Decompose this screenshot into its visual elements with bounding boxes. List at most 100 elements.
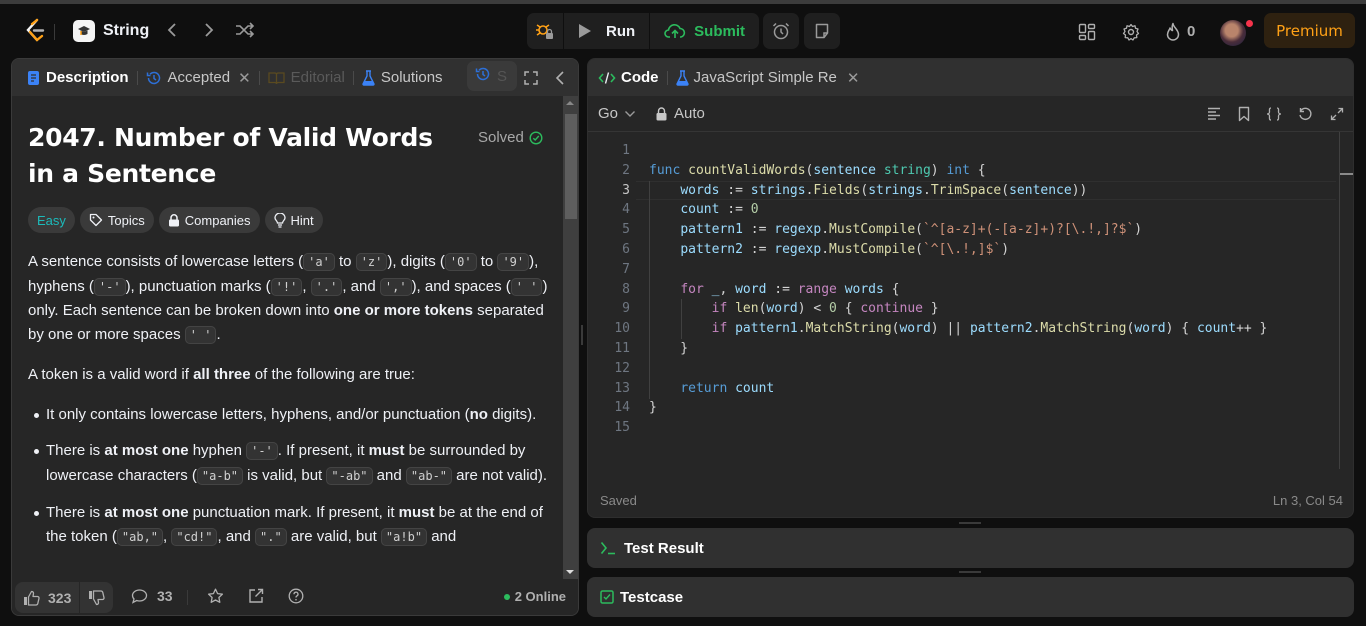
tab-description-label: Description: [46, 69, 129, 86]
tab-code[interactable]: Code: [598, 59, 659, 96]
hint-button[interactable]: Hint: [264, 207, 323, 233]
reset-icon[interactable]: [1296, 105, 1314, 123]
description-scrollbar[interactable]: [563, 96, 578, 579]
problem-title[interactable]: 2047. Number of Valid Words in a Sentenc…: [28, 120, 458, 192]
scroll-down-arrow[interactable]: [566, 570, 574, 574]
code-line[interactable]: 11 }: [588, 339, 1340, 359]
line-number: 5: [622, 222, 630, 238]
avatar[interactable]: [1220, 20, 1246, 46]
close-icon[interactable]: ✕: [238, 69, 251, 87]
resize-handle[interactable]: [959, 571, 981, 573]
panel-resize-handle[interactable]: [581, 325, 583, 345]
code-text: count := 0: [680, 202, 759, 218]
tab-editorial-label: Editorial: [290, 69, 345, 86]
notes-button[interactable]: [804, 13, 840, 49]
nav-divider: [54, 24, 55, 40]
code-line[interactable]: 1: [588, 141, 1340, 161]
code-line[interactable]: 6 pattern2 := regexp.MustCompile(`^[\.!,…: [588, 240, 1340, 260]
external-link-icon: [249, 588, 264, 603]
code-line[interactable]: 10 if pattern1.MatchString(word) || patt…: [588, 319, 1340, 339]
code-line[interactable]: 3 words := strings.Fields(strings.TrimSp…: [588, 181, 1340, 201]
tab-solution-js[interactable]: JavaScript Simple Re ✕: [675, 59, 860, 96]
tab-divider: [352, 70, 354, 85]
scrollbar-thumb[interactable]: [565, 114, 577, 219]
premium-button[interactable]: Premium: [1264, 13, 1355, 48]
timer-button[interactable]: [763, 13, 799, 49]
code-line[interactable]: 5 pattern1 := regexp.MustCompile(`^[a-z]…: [588, 220, 1340, 240]
expand-icon[interactable]: [1328, 105, 1346, 123]
close-icon[interactable]: ✕: [847, 69, 860, 87]
study-plan-icon[interactable]: [73, 20, 95, 42]
tab-editorial[interactable]: Editorial: [262, 59, 351, 96]
code-line[interactable]: 7: [588, 260, 1340, 280]
flame-icon[interactable]: [1162, 21, 1184, 43]
code-tab-bar: Code JavaScript Simple Re ✕: [588, 59, 1353, 96]
submit-button[interactable]: Submit: [650, 13, 759, 49]
companies-label: Companies: [184, 212, 251, 228]
list-item: It only contains lowercase letters, hyph…: [34, 403, 548, 427]
debug-button[interactable]: [527, 13, 564, 49]
code-line[interactable]: 12: [588, 359, 1340, 379]
study-plan-title[interactable]: String: [103, 22, 149, 40]
line-number: 9: [622, 301, 630, 317]
code-line[interactable]: 14}: [588, 398, 1340, 418]
test-result-panel[interactable]: Test Result: [587, 528, 1354, 568]
code-editor[interactable]: 1 2 func countValidWords(sentence string) …: [588, 141, 1340, 441]
play-icon: [579, 24, 591, 38]
problem-tags: Easy Topics Companies Hint: [28, 207, 323, 233]
scroll-up-arrow[interactable]: [566, 101, 574, 105]
bookmark-icon[interactable]: [1235, 105, 1253, 123]
feedback-button[interactable]: [288, 588, 304, 604]
dislike-button[interactable]: [79, 582, 113, 613]
testcase-panel[interactable]: Testcase: [587, 577, 1354, 617]
code-line[interactable]: 8 for _, word := range words {: [588, 280, 1340, 300]
list-item: There is at most one hyphen '-'. If pres…: [34, 439, 548, 488]
code-line[interactable]: 9 if len(word) < 0 { continue }: [588, 299, 1340, 319]
chevron-left-icon[interactable]: [161, 19, 183, 41]
gear-icon[interactable]: [1120, 21, 1142, 43]
code-line[interactable]: 15: [588, 418, 1340, 438]
resize-handle[interactable]: [959, 522, 981, 524]
code-line[interactable]: 2 func countValidWords(sentence string) i…: [588, 161, 1340, 181]
like-button[interactable]: 323: [15, 582, 79, 613]
braces-icon[interactable]: [1265, 105, 1283, 123]
tab-accepted[interactable]: Accepted ✕: [140, 59, 257, 96]
lock-icon: [656, 106, 667, 120]
companies-button[interactable]: Companies: [158, 207, 260, 233]
maximize-icon[interactable]: [521, 68, 541, 88]
favorite-button[interactable]: [207, 588, 224, 604]
book-icon: [267, 71, 285, 85]
share-button[interactable]: [248, 588, 264, 604]
tab-solutions[interactable]: Solutions: [356, 59, 449, 96]
language-select[interactable]: Go: [598, 105, 636, 122]
code-text: return count: [680, 380, 775, 396]
editor-scrollbar-track[interactable]: [1339, 132, 1340, 469]
shuffle-icon[interactable]: [234, 19, 256, 41]
chevron-right-icon[interactable]: [198, 19, 220, 41]
solved-label: Solved: [478, 129, 524, 146]
rules-list: It only contains lowercase letters, hyph…: [28, 403, 548, 550]
comments-button[interactable]: 33: [131, 588, 173, 604]
line-number: 10: [614, 321, 630, 337]
terminal-icon: [600, 541, 618, 555]
topics-button[interactable]: Topics: [79, 207, 154, 233]
layout-grid-icon[interactable]: [1076, 21, 1098, 43]
code-line[interactable]: 13 return count: [588, 379, 1340, 399]
description-paragraph: A sentence consists of lowercase letters…: [28, 253, 548, 344]
collapse-panel-icon[interactable]: [550, 68, 570, 88]
line-number: 11: [614, 340, 630, 356]
auto-label: Auto: [674, 105, 705, 122]
format-icon[interactable]: [1205, 105, 1223, 123]
auto-mode-toggle[interactable]: Auto: [656, 105, 705, 122]
run-button[interactable]: Run: [564, 13, 651, 49]
code-text: words := strings.Fields(strings.TrimSpac…: [680, 182, 1088, 198]
leetcode-logo[interactable]: [24, 18, 46, 44]
tab-description[interactable]: Description: [21, 59, 135, 96]
tab-submissions[interactable]: S: [467, 61, 517, 91]
code-line[interactable]: 4 count := 0: [588, 200, 1340, 220]
note-icon: [815, 23, 829, 39]
